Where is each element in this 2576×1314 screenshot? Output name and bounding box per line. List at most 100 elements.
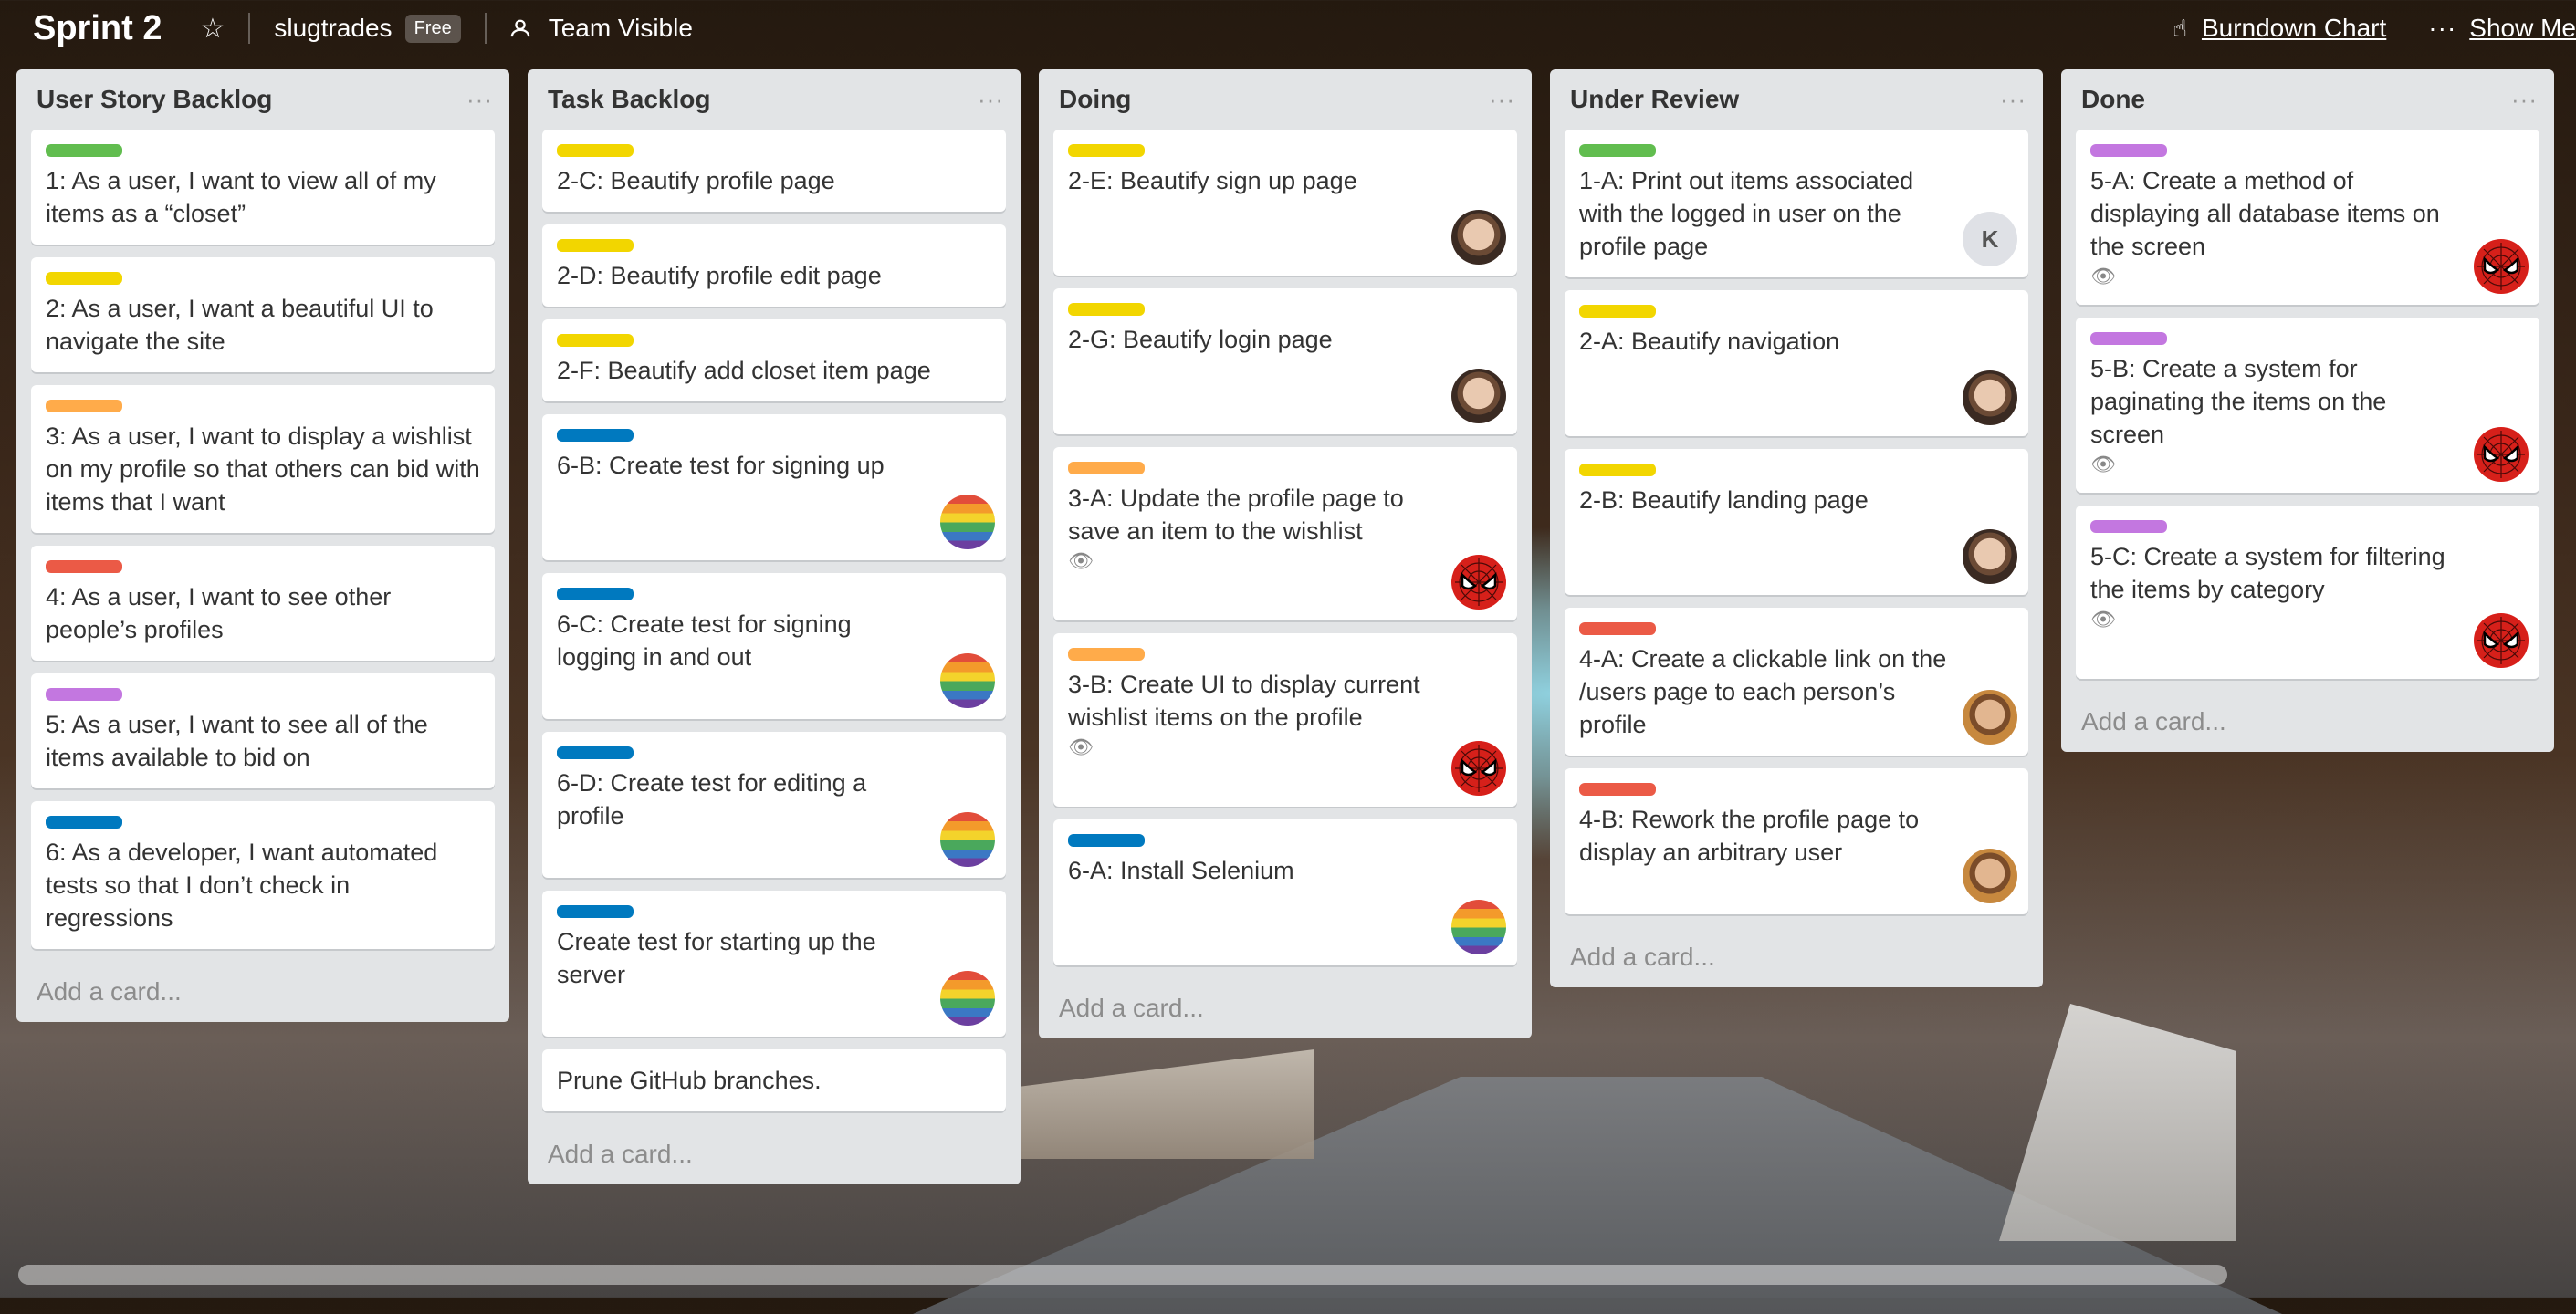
card[interactable]: 2-C: Beautify profile page xyxy=(542,130,1006,212)
card-label-yellow xyxy=(46,272,122,285)
list-done: Done ··· 5-A: Create a method of displayin… xyxy=(2061,69,2554,752)
card-title: 5-B: Create a system for paginating the … xyxy=(2090,355,2387,448)
add-card-button[interactable]: Add a card... xyxy=(31,962,495,1022)
card-label-orange xyxy=(1068,462,1145,474)
card-title: 6-A: Install Selenium xyxy=(1068,857,1294,884)
burndown-chart-link[interactable]: Burndown Chart xyxy=(2202,14,2386,43)
card-label-blue xyxy=(557,429,634,442)
card[interactable]: 6-C: Create test for signing logging in … xyxy=(542,573,1006,719)
card[interactable]: 2-B: Beautify landing page xyxy=(1565,449,2028,595)
card[interactable]: 1-A: Print out items associated with the… xyxy=(1565,130,2028,277)
card[interactable]: 2-E: Beautify sign up page xyxy=(1053,130,1517,276)
card[interactable]: 2-A: Beautify navigation xyxy=(1565,290,2028,436)
visibility-button[interactable]: Team Visible xyxy=(510,14,693,43)
list-title[interactable]: Doing xyxy=(1059,85,1131,114)
card[interactable]: Prune GitHub branches. xyxy=(542,1049,1006,1111)
avatar[interactable] xyxy=(940,653,995,708)
visibility-label: Team Visible xyxy=(548,14,693,42)
ellipsis-icon[interactable]: ··· xyxy=(2511,86,2538,114)
card-title: 2-E: Beautify sign up page xyxy=(1068,167,1357,194)
eye-icon: 👁 xyxy=(1068,735,1094,758)
hand-icon: ☝ xyxy=(2173,14,2187,42)
list-title[interactable]: Under Review xyxy=(1570,85,1739,114)
card[interactable]: 5-C: Create a system for filtering the i… xyxy=(2076,506,2539,679)
card[interactable]: 6-B: Create test for signing up xyxy=(542,414,1006,560)
card-label-yellow xyxy=(1068,303,1145,316)
ellipsis-icon[interactable]: ··· xyxy=(466,86,493,114)
add-card-button[interactable]: Add a card... xyxy=(1053,978,1517,1038)
list-user-story-backlog: User Story Backlog ··· 1: As a user, I wan… xyxy=(16,69,509,1022)
list-title[interactable]: User Story Backlog xyxy=(37,85,272,114)
avatar[interactable] xyxy=(1451,210,1506,265)
card[interactable]: 2: As a user, I want a beautiful UI to n… xyxy=(31,257,495,372)
card[interactable]: 4-A: Create a clickable link on the /use… xyxy=(1565,608,2028,756)
card-title: 6-D: Create test for editing a profile xyxy=(557,769,867,829)
list-header: Under Review ··· xyxy=(1565,69,2028,130)
card[interactable]: 3: As a user, I want to display a wishli… xyxy=(31,385,495,533)
avatar[interactable] xyxy=(1963,529,2017,584)
card-label-orange xyxy=(46,400,122,412)
spiderman-icon xyxy=(2475,240,2528,293)
horizontal-scrollbar[interactable] xyxy=(18,1265,2227,1285)
plan-badge: Free xyxy=(404,14,461,43)
card[interactable]: 2-F: Beautify add closet item page xyxy=(542,319,1006,402)
card-title: 6: As a developer, I want automated test… xyxy=(46,839,438,932)
card-label-blue xyxy=(557,905,634,918)
list-header: Doing ··· xyxy=(1053,69,1517,130)
card[interactable]: Create test for starting up the server xyxy=(542,891,1006,1037)
ellipsis-icon[interactable]: ··· xyxy=(2000,86,2026,114)
add-card-button[interactable]: Add a card... xyxy=(1565,927,2028,987)
card-label-yellow xyxy=(1579,305,1656,318)
avatar[interactable] xyxy=(1451,555,1506,610)
card-title: 2-G: Beautify login page xyxy=(1068,326,1333,353)
card-label-yellow xyxy=(557,239,634,252)
avatar[interactable] xyxy=(1963,370,2017,425)
card[interactable]: 4-B: Rework the profile page to display … xyxy=(1565,768,2028,914)
add-card-button[interactable]: Add a card... xyxy=(542,1124,1006,1184)
card[interactable]: 5: As a user, I want to see all of the i… xyxy=(31,673,495,788)
card-title: 2-C: Beautify profile page xyxy=(557,167,835,194)
list-task-backlog: Task Backlog ··· 2-C: Beautify profile pag… xyxy=(528,69,1021,1184)
avatar[interactable] xyxy=(1963,690,2017,745)
avatar[interactable] xyxy=(2474,427,2529,482)
card[interactable]: 5-B: Create a system for paginating the … xyxy=(2076,318,2539,493)
avatar[interactable] xyxy=(940,971,995,1026)
avatar[interactable] xyxy=(940,495,995,549)
person-icon xyxy=(510,19,529,37)
board-title[interactable]: Sprint 2 xyxy=(33,9,162,48)
card-label-blue xyxy=(557,746,634,759)
card[interactable]: 6-D: Create test for editing a profile xyxy=(542,732,1006,878)
ellipsis-icon[interactable]: ··· xyxy=(2428,14,2456,43)
card-title: 3-B: Create UI to display current wishli… xyxy=(1068,671,1420,731)
card[interactable]: 5-A: Create a method of displaying all d… xyxy=(2076,130,2539,305)
show-menu-button[interactable]: Show Me xyxy=(2469,14,2576,43)
avatar[interactable]: K xyxy=(1963,212,2017,266)
card[interactable]: 4: As a user, I want to see other people… xyxy=(31,546,495,661)
card[interactable]: 2-G: Beautify login page xyxy=(1053,288,1517,434)
avatar[interactable] xyxy=(1451,900,1506,954)
card-title: 4-B: Rework the profile page to display … xyxy=(1579,806,1920,866)
list-title[interactable]: Task Backlog xyxy=(548,85,710,114)
card-badges: 👁 xyxy=(2090,606,2463,633)
ellipsis-icon[interactable]: ··· xyxy=(1489,86,1515,114)
card[interactable]: 1: As a user, I want to view all of my i… xyxy=(31,130,495,245)
card-label-purple xyxy=(2090,520,2167,533)
ellipsis-icon[interactable]: ··· xyxy=(978,86,1004,114)
avatar[interactable] xyxy=(2474,239,2529,294)
avatar[interactable] xyxy=(1963,849,2017,903)
card-label-green xyxy=(1579,144,1656,157)
avatar[interactable] xyxy=(1451,369,1506,423)
star-icon[interactable]: ☆ xyxy=(200,13,225,45)
team-name[interactable]: slugtrades xyxy=(274,14,392,43)
avatar[interactable] xyxy=(1451,741,1506,796)
card-title: 5-C: Create a system for filtering the i… xyxy=(2090,543,2445,603)
card[interactable]: 2-D: Beautify profile edit page xyxy=(542,224,1006,307)
avatar[interactable] xyxy=(2474,613,2529,668)
card[interactable]: 3-A: Update the profile page to save an … xyxy=(1053,447,1517,620)
card[interactable]: 3-B: Create UI to display current wishli… xyxy=(1053,633,1517,807)
card[interactable]: 6: As a developer, I want automated test… xyxy=(31,801,495,949)
add-card-button[interactable]: Add a card... xyxy=(2076,692,2539,752)
avatar[interactable] xyxy=(940,812,995,867)
list-title[interactable]: Done xyxy=(2081,85,2145,114)
card[interactable]: 6-A: Install Selenium xyxy=(1053,819,1517,965)
